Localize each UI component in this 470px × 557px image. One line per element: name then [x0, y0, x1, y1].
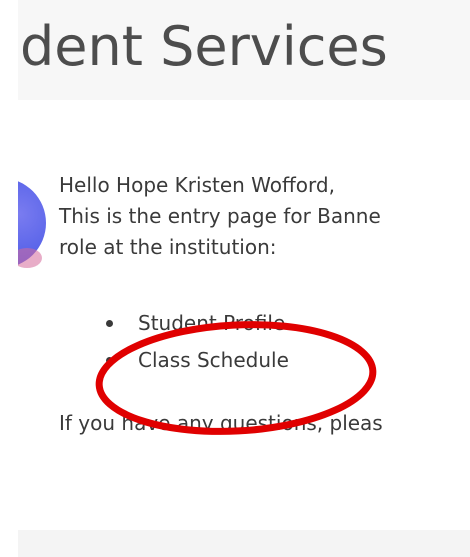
- list-item: Class Schedule: [104, 342, 289, 379]
- welcome-card: Hello Hope Kristen Wofford, This is the …: [18, 100, 470, 530]
- intro-text: This is the entry page for Banne: [59, 204, 381, 228]
- greeting-text: Hello Hope Kristen Wofford,: [59, 173, 335, 197]
- list-item: Student Profile: [104, 305, 289, 342]
- user-avatar-icon[interactable]: [18, 178, 46, 268]
- class-schedule-link[interactable]: Class Schedule: [138, 348, 289, 372]
- left-edge-strip: [0, 0, 18, 557]
- questions-text: If you have any questions, pleas: [59, 411, 383, 435]
- page-header: dent Services: [18, 0, 470, 100]
- page-title: dent Services: [20, 15, 388, 78]
- student-links-list: Student Profile Class Schedule: [104, 305, 289, 379]
- intro-text-continued: role at the institution:: [59, 235, 277, 259]
- footer-bar: [18, 530, 470, 557]
- welcome-message: Hello Hope Kristen Wofford, This is the …: [59, 170, 470, 263]
- student-profile-link[interactable]: Student Profile: [138, 311, 285, 335]
